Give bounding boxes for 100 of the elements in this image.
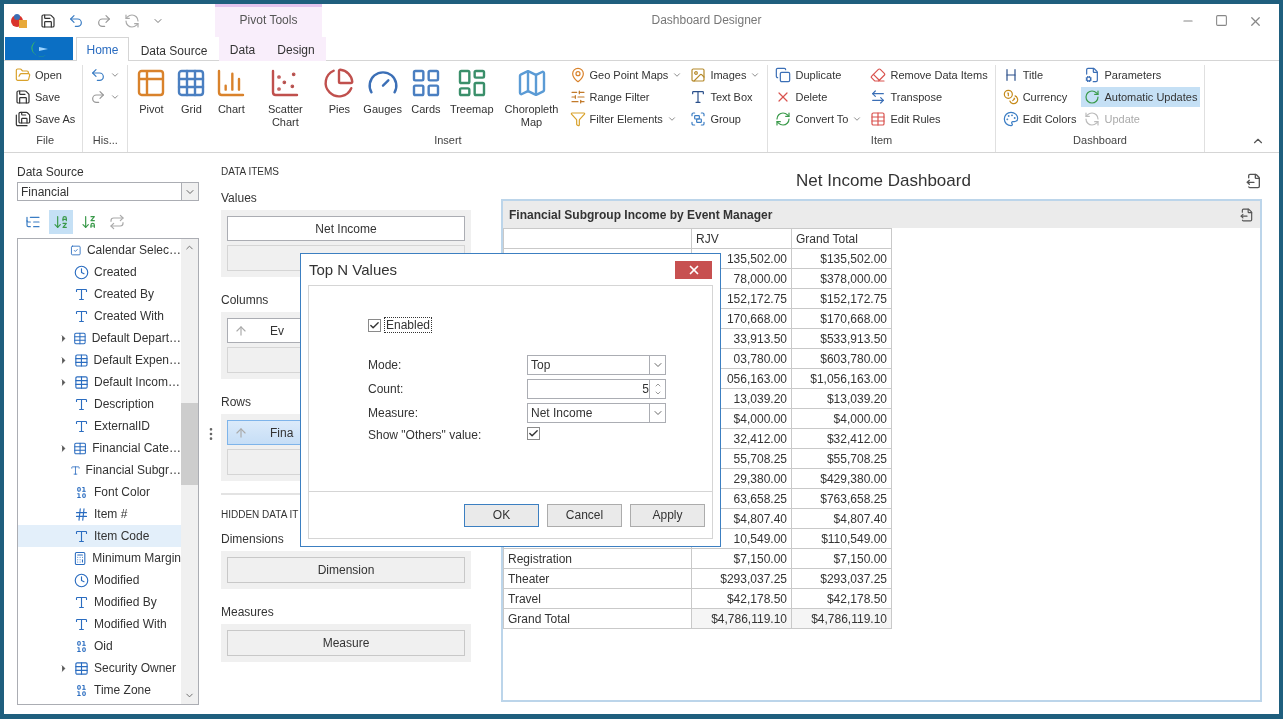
field-item[interactable]: Financial Subgr… — [18, 459, 181, 481]
text-icon — [74, 594, 89, 610]
ribbon-button[interactable]: Images — [687, 65, 764, 85]
ribbon-button[interactable]: Geo Point Maps — [566, 65, 686, 85]
field-item[interactable]: Default Depart… — [18, 327, 181, 349]
close-button[interactable] — [675, 260, 712, 279]
calculator-icon — [73, 550, 88, 566]
table-cell: Registration — [503, 548, 692, 569]
ribbon-button[interactable]: Edit Colors — [999, 109, 1080, 129]
binary-icon — [74, 638, 89, 654]
save-icon — [40, 12, 56, 29]
mode-dropdown[interactable]: Top — [527, 355, 666, 375]
ribbon-button[interactable]: Treemap — [446, 65, 497, 118]
sort-ascending-icon — [53, 214, 69, 230]
table-icon — [73, 352, 89, 368]
ribbon-tab[interactable]: Data Source — [129, 39, 219, 61]
ribbon-button[interactable]: Filter Elements — [566, 109, 686, 129]
maximize-icon[interactable] — [1215, 14, 1228, 27]
ribbon-button[interactable]: Scatter Chart — [252, 65, 319, 131]
ribbon-button[interactable]: Parameters — [1081, 65, 1201, 85]
ribbon-button[interactable]: Cards — [406, 65, 445, 118]
dialog-button[interactable]: Apply — [630, 503, 705, 527]
data-source-dropdown[interactable]: Financial — [17, 182, 199, 201]
field-item[interactable]: Security Owner — [18, 657, 181, 679]
count-spinner[interactable]: 5 — [527, 379, 666, 399]
ribbon-tab[interactable]: Data — [219, 37, 266, 61]
checkbox[interactable] — [527, 427, 540, 440]
ribbon-button[interactable]: Save — [12, 87, 79, 107]
checkbox[interactable] — [368, 318, 381, 332]
text-icon — [74, 418, 89, 434]
field-item[interactable]: ExternalID — [18, 415, 181, 437]
section-heading: HIDDEN DATA IT — [221, 509, 300, 520]
field-item[interactable]: Description — [18, 393, 181, 415]
ribbon-button[interactable]: Pivot — [132, 65, 171, 118]
scrollbar[interactable] — [181, 239, 198, 704]
ribbon-button[interactable]: Transpose — [867, 87, 991, 107]
field-item[interactable]: Created With — [18, 305, 181, 327]
caret-icon — [672, 70, 683, 80]
ribbon-tab[interactable]: Home — [76, 37, 129, 61]
dialog-button[interactable]: Cancel — [547, 503, 622, 527]
drop-zone: Dimension — [227, 557, 465, 583]
data-item[interactable]: Net Income — [227, 216, 465, 241]
ribbon-button[interactable]: Automatic Updates — [1081, 87, 1201, 107]
field-item[interactable]: Minimum Margin — [18, 547, 181, 569]
measure-dropdown[interactable]: Net Income — [527, 403, 666, 423]
ribbon-button[interactable]: Grid — [172, 65, 211, 118]
field-label: Mode: — [368, 358, 403, 372]
dialog-button[interactable]: OK — [464, 503, 539, 527]
field-item[interactable]: Created By — [18, 283, 181, 305]
ribbon-button[interactable]: Delete — [772, 87, 866, 107]
close-icon[interactable] — [1248, 14, 1263, 29]
ribbon-button[interactable]: Chart — [212, 65, 251, 118]
field-item[interactable]: Calendar Selec… — [18, 239, 181, 261]
refresh-icon — [1084, 89, 1101, 105]
ribbon-button[interactable]: Convert To — [772, 109, 866, 129]
field-item[interactable]: Created — [18, 261, 181, 283]
ribbon-tab[interactable]: Design — [266, 37, 326, 61]
field-item[interactable]: Modified By — [18, 591, 181, 613]
field-item[interactable]: Modified With — [18, 613, 181, 635]
caret-icon — [110, 92, 121, 102]
field-item[interactable]: Time Zone — [18, 679, 181, 701]
export-icon[interactable] — [1240, 207, 1254, 222]
field-item[interactable]: Financial Cate… — [18, 437, 181, 459]
text-icon — [74, 308, 89, 324]
field-item[interactable]: Modified — [18, 569, 181, 591]
group-fields-icon — [25, 214, 41, 230]
table-cell: Theater — [503, 568, 692, 589]
export-icon[interactable] — [1246, 173, 1262, 189]
ribbon-button[interactable]: Title — [999, 65, 1080, 85]
group-label: Insert — [433, 134, 463, 148]
ribbon-button[interactable]: Gauges — [360, 65, 405, 118]
ribbon-button[interactable]: Currency — [999, 87, 1080, 107]
scrollbar-thumb[interactable] — [181, 403, 198, 485]
section-label: Measures — [221, 605, 275, 619]
field-item[interactable]: Oid — [18, 635, 181, 657]
section-label: Columns — [221, 293, 270, 307]
field-item[interactable]: Font Color — [18, 481, 181, 503]
ribbon-button[interactable]: Save As — [12, 109, 79, 129]
field-label: Measure: — [368, 406, 420, 420]
ribbon-button[interactable]: Group — [687, 109, 764, 129]
ribbon-button[interactable]: Edit Rules — [867, 109, 991, 129]
field-item[interactable]: Default Incom… — [18, 371, 181, 393]
ribbon-button[interactable]: Open — [12, 65, 79, 85]
swap-icon — [109, 214, 125, 230]
group-icon — [690, 111, 707, 127]
group-label: His... — [91, 134, 119, 148]
section-heading: DATA ITEMS — [221, 166, 280, 177]
ribbon-button[interactable]: Duplicate — [772, 65, 866, 85]
ribbon-button[interactable]: Range Filter — [566, 87, 686, 107]
ribbon-button[interactable]: Text Box — [687, 87, 764, 107]
redo-icon — [96, 12, 112, 29]
ribbon-button[interactable]: Choropleth Map — [498, 65, 565, 131]
ribbon-button[interactable]: Pies — [320, 65, 359, 118]
field-item[interactable]: Item # — [18, 503, 181, 525]
binary-icon — [74, 682, 89, 698]
dialog-title: Top N Values — [308, 261, 399, 278]
field-item[interactable]: Default Expen… — [18, 349, 181, 371]
toolbar-button[interactable] — [49, 210, 73, 234]
ribbon-button[interactable]: Remove Data Items — [867, 65, 991, 85]
field-item[interactable]: Item Code — [18, 525, 181, 547]
